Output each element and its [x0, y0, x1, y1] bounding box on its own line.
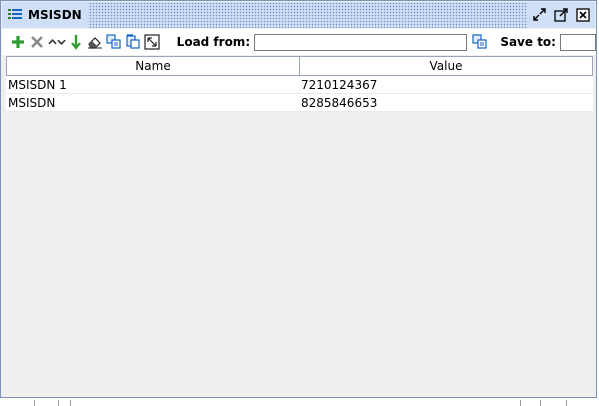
- msisdn-panel: MSISDN Load from: Save to: Name Value MS…: [0, 0, 597, 398]
- column-header-name[interactable]: Name: [7, 57, 300, 75]
- add-icon[interactable]: [10, 33, 27, 51]
- fit-icon[interactable]: [144, 33, 161, 51]
- cell-value[interactable]: 8285846653: [299, 94, 593, 111]
- move-up-down-icon[interactable]: [48, 33, 66, 51]
- divider: [520, 400, 521, 406]
- cell-name[interactable]: MSISDN 1: [6, 76, 299, 93]
- cell-value[interactable]: 7210124367: [299, 76, 593, 93]
- save-to-label: Save to:: [500, 35, 556, 49]
- divider: [58, 400, 59, 406]
- browse-icon[interactable]: [471, 33, 488, 51]
- delete-icon[interactable]: [29, 33, 46, 51]
- table-row[interactable]: MSISDN 1 7210124367: [6, 76, 593, 94]
- data-table: Name Value MSISDN 1 7210124367 MSISDN 82…: [6, 56, 593, 394]
- window-controls: [527, 2, 595, 28]
- toolbar: Load from: Save to:: [2, 29, 596, 55]
- close-icon[interactable]: [575, 7, 591, 23]
- save-to-input[interactable]: [559, 33, 596, 51]
- eraser-icon[interactable]: [87, 33, 104, 51]
- divider: [70, 400, 71, 406]
- paste-icon[interactable]: [125, 33, 142, 51]
- divider: [540, 400, 541, 406]
- title-area: MSISDN: [2, 2, 88, 28]
- table-header: Name Value: [6, 56, 593, 76]
- cell-name[interactable]: MSISDN: [6, 94, 299, 111]
- panel-title: MSISDN: [28, 8, 82, 22]
- panel-titlebar[interactable]: MSISDN: [2, 2, 595, 28]
- restore-icon[interactable]: [531, 7, 547, 23]
- maximize-icon[interactable]: [553, 7, 569, 23]
- copy-icon[interactable]: [106, 33, 123, 51]
- bottom-strip: [0, 398, 599, 406]
- load-from-input[interactable]: [254, 33, 468, 51]
- column-header-value[interactable]: Value: [300, 57, 592, 75]
- import-icon[interactable]: [68, 33, 85, 51]
- divider: [34, 400, 35, 406]
- list-icon: [8, 8, 22, 23]
- load-from-label: Load from:: [176, 35, 251, 49]
- divider: [566, 400, 567, 406]
- table-row[interactable]: MSISDN 8285846653: [6, 94, 593, 112]
